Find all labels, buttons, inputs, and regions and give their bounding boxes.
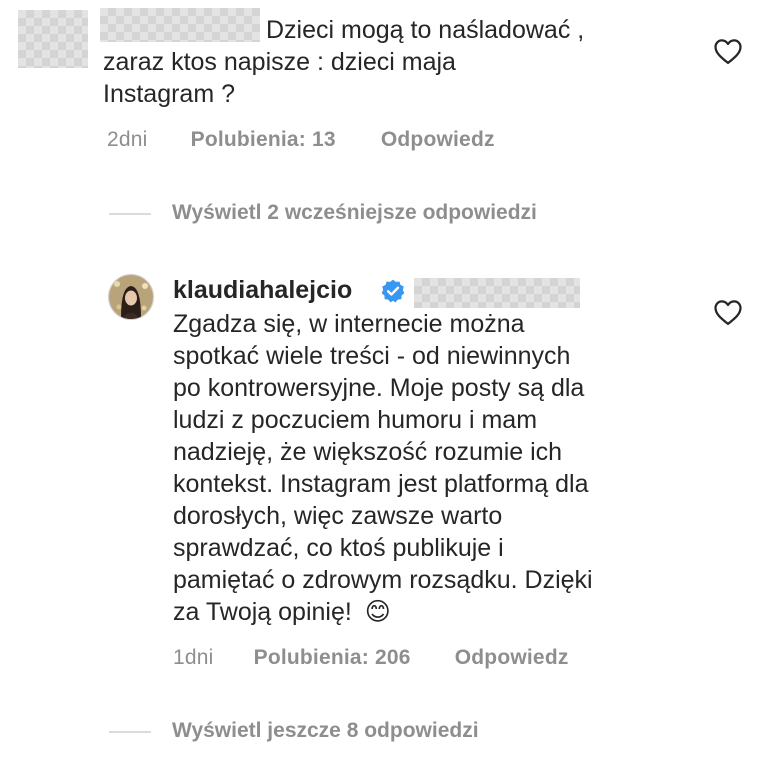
reply-line: sprawdzać, co ktoś publikuje i [173,534,504,562]
view-more-replies-button[interactable]: Wyświetl jeszcze 8 odpowiedzi [172,719,479,743]
reply-line: ludzi z poczuciem humoru i mam [173,406,538,434]
reply-line-last: za Twoją opinię! 😊 [173,596,713,628]
reply-line: spotkać wiele treści - od niewinnych [173,342,571,370]
reply-line: pamiętać o zdrowym rozsądku. Dzięki [173,566,593,594]
comment-line: Dzieci mogą to naśladować , [266,16,585,44]
likes-count[interactable]: Polubienia: 206 [254,646,411,669]
username[interactable]: klaudiahalejcio [173,276,352,305]
heart-icon[interactable] [713,298,743,326]
reply-button[interactable]: Odpowiedz [455,646,569,669]
reply-line: po kontrowersyjne. Moje posty są dla [173,374,585,402]
comment-text: Dzieci mogą to naśladować , zaraz ktos n… [103,14,723,110]
comment-line: zaraz ktos napisze : dzieci maja [103,48,456,76]
divider [109,213,151,215]
reply-meta: 1dni Polubienia: 206 Odpowiedz [173,646,569,670]
reply-line: nadzieję, że większość rozumie ich [173,438,563,466]
reply-line: za Twoją opinię! [173,598,352,626]
likes-count[interactable]: Polubienia: 13 [191,128,336,151]
reply-line: kontekst. Instagram jest platformą dla [173,470,589,498]
reply-button[interactable]: Odpowiedz [381,128,495,151]
reply-time[interactable]: 1dni [173,646,214,669]
reply-line: dorosłych, więc zawsze warto [173,502,503,530]
mentioned-username-blurred[interactable] [414,278,580,308]
comment-line: Instagram ? [103,80,236,108]
heart-icon[interactable] [713,37,743,65]
comment-time[interactable]: 2dni [107,128,148,151]
verified-badge-icon [381,279,405,303]
comment-meta: 2dni Polubienia: 13 Odpowiedz [107,128,495,152]
view-earlier-replies-button[interactable]: Wyświetl 2 wcześniejsze odpowiedzi [172,201,537,225]
avatar[interactable] [108,274,154,320]
smiling-face-emoji: 😊 [364,597,391,626]
reply-text: Zgadza się, w internecie można spotkać w… [173,308,713,628]
divider [109,731,151,733]
reply-line: Zgadza się, w internecie można [173,310,525,338]
avatar-blurred[interactable] [18,10,88,68]
